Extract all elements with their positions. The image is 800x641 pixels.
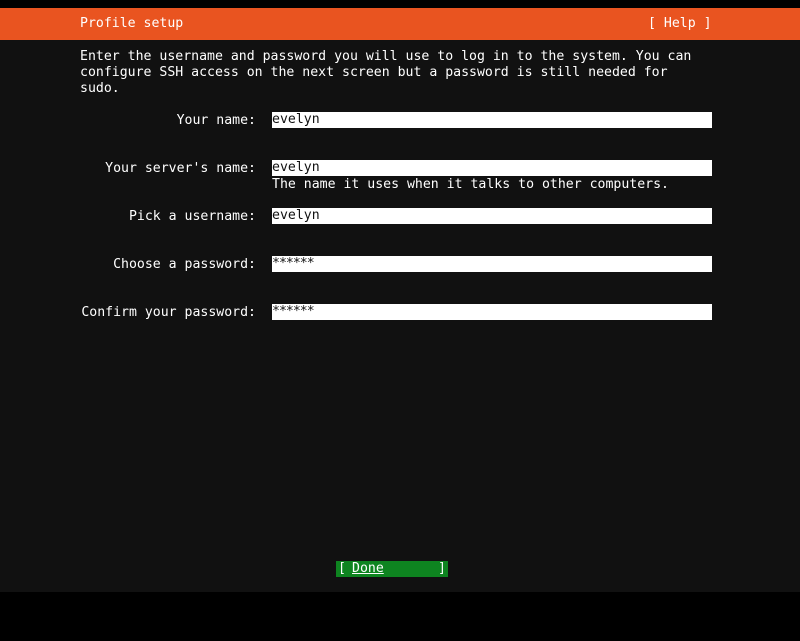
server-name-input[interactable]: evelyn [272, 160, 712, 176]
password-input[interactable]: ****** [272, 256, 712, 272]
password-label: Choose a password: [113, 257, 256, 272]
username-label: Pick a username: [128, 209, 256, 224]
done-bracket-right: ] [438, 561, 446, 576]
confirm-password-label: Confirm your password: [81, 305, 256, 320]
username-input[interactable]: evelyn [272, 208, 712, 224]
done-label: Done [352, 561, 384, 576]
confirm-password-input[interactable]: ****** [272, 304, 712, 320]
done-button[interactable]: [ Done ] [336, 561, 448, 577]
server-name-label: Your server's name: [105, 161, 256, 176]
page-title: Profile setup [80, 16, 184, 31]
header-bar: Profile setup [ Help ] [0, 8, 800, 40]
done-bracket-left: [ [338, 561, 346, 576]
intro-text: Enter the username and password you will… [80, 49, 692, 96]
your-name-label: Your name: [176, 113, 256, 128]
server-name-hint: The name it uses when it talks to other … [272, 177, 669, 192]
help-button[interactable]: [ Help ] [648, 16, 712, 32]
your-name-input[interactable]: evelyn [272, 112, 712, 128]
installer-screen: Profile setup [ Help ] Enter the usernam… [0, 8, 800, 592]
